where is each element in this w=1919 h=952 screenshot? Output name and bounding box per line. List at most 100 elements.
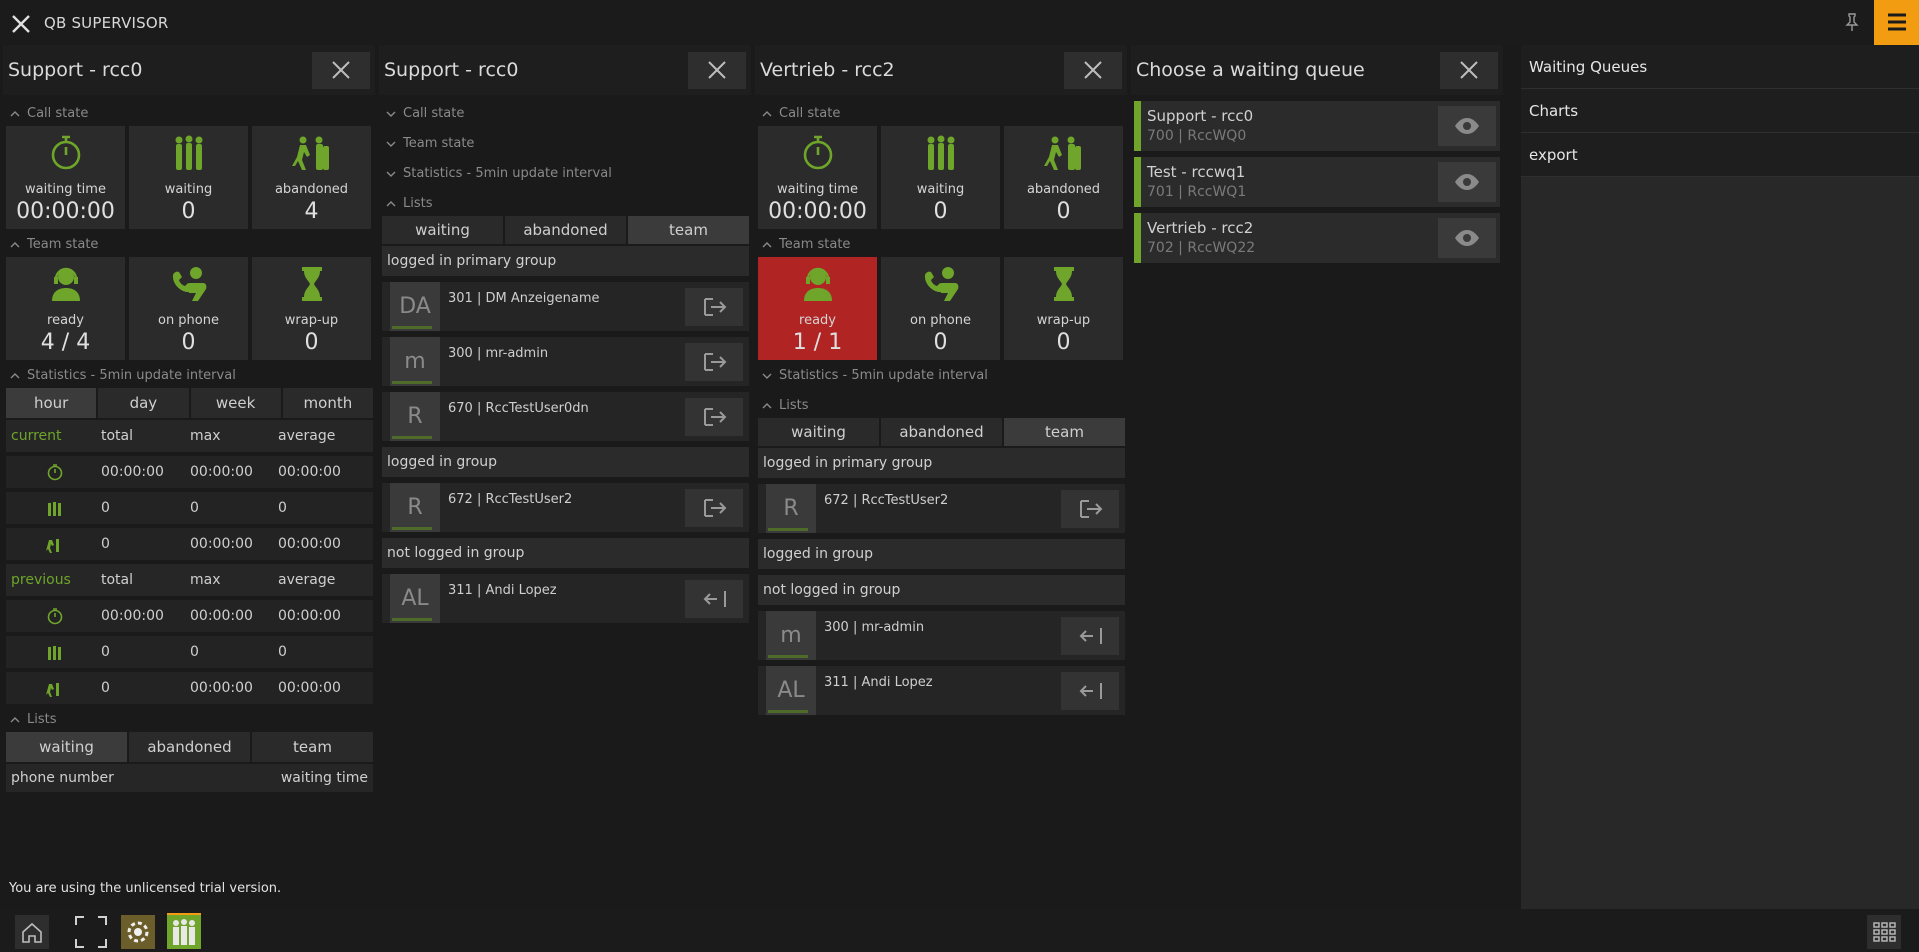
tile-abandoned[interactable]: abandoned 4 (252, 126, 371, 229)
team-state-tiles: ready 4 / 4 on phone 0 wrap-up 0 (3, 257, 375, 364)
tab-team[interactable]: team (1004, 418, 1125, 446)
menu-button[interactable] (1874, 0, 1919, 45)
person-leaving-icon (46, 683, 59, 697)
fullscreen-button[interactable] (74, 915, 108, 949)
close-panel-button[interactable] (1064, 52, 1122, 89)
section-team-state[interactable]: Team state (3, 233, 375, 257)
login-button[interactable] (685, 580, 743, 618)
logout-button[interactable] (685, 343, 743, 381)
group-header-not-logged-in: not logged in group (758, 575, 1125, 605)
section-statistics[interactable]: Statistics - 5min update interval (3, 364, 375, 388)
avatar: m (766, 611, 816, 660)
tile-wrap-up[interactable]: wrap-up 0 (252, 257, 371, 360)
tile-ready[interactable]: ready 4 / 4 (6, 257, 125, 360)
home-icon (22, 922, 42, 943)
tile-on-phone[interactable]: on phone 0 (881, 257, 1000, 360)
agent-row: m 300 | mr-admin (758, 611, 1125, 660)
avatar: R (390, 392, 440, 441)
queue-chooser-panel: Choose a waiting queue Support - rcc0 70… (1131, 45, 1503, 263)
login-icon (703, 591, 726, 607)
agent-row: R 672 | RccTestUser2 (758, 484, 1125, 533)
tab-team[interactable]: team (252, 732, 373, 762)
tile-waiting[interactable]: waiting 0 (129, 126, 248, 229)
tile-wrap-up[interactable]: wrap-up 0 (1004, 257, 1123, 360)
stopwatch-icon (51, 135, 81, 170)
grid-icon (1873, 922, 1896, 942)
chevron-down-icon (386, 111, 396, 117)
tab-month[interactable]: month (282, 388, 373, 418)
close-panel-button[interactable] (312, 52, 370, 89)
gear-icon (127, 921, 149, 943)
queue-item[interactable]: Support - rcc0 700 | RccWQ0 (1134, 101, 1500, 151)
tab-abandoned[interactable]: abandoned (505, 216, 626, 244)
section-call-state[interactable]: Call state (755, 102, 1127, 126)
logout-icon (704, 298, 727, 316)
menu-item-waiting-queues[interactable]: Waiting Queues (1521, 45, 1919, 89)
menu-item-export[interactable]: export (1521, 133, 1919, 177)
eye-icon (1455, 174, 1479, 190)
logout-button[interactable] (685, 489, 743, 527)
logout-button[interactable] (1061, 490, 1119, 528)
menu-item-charts[interactable]: Charts (1521, 89, 1919, 133)
section-call-state[interactable]: Call state (379, 102, 751, 126)
people-queue-icon (927, 135, 955, 170)
home-button[interactable] (15, 915, 49, 949)
person-leaving-icon (292, 136, 329, 170)
pin-icon[interactable] (1843, 12, 1861, 32)
tab-abandoned[interactable]: abandoned (129, 732, 250, 762)
section-call-state[interactable]: Call state (3, 102, 375, 126)
view-queue-button[interactable] (1438, 218, 1496, 258)
person-leaving-icon (1044, 136, 1081, 170)
tab-waiting[interactable]: waiting (6, 732, 127, 762)
tab-waiting[interactable]: waiting (758, 418, 879, 446)
logout-button[interactable] (685, 398, 743, 436)
tab-hour[interactable]: hour (6, 388, 97, 418)
avatar: R (390, 483, 440, 532)
panel-header: Choose a waiting queue (1131, 45, 1503, 95)
close-icon[interactable] (9, 12, 33, 36)
tile-on-phone[interactable]: on phone 0 (129, 257, 248, 360)
avatar: DA (390, 282, 440, 331)
stopwatch-icon (47, 464, 63, 481)
close-icon (1084, 61, 1102, 79)
login-button[interactable] (1061, 672, 1119, 710)
section-lists[interactable]: Lists (3, 708, 375, 732)
section-team-state[interactable]: Team state (755, 233, 1127, 257)
panel-header: Vertrieb - rcc2 (755, 45, 1127, 95)
login-button[interactable] (1061, 617, 1119, 655)
section-statistics[interactable]: Statistics - 5min update interval (379, 162, 751, 186)
settings-app-button[interactable] (121, 915, 155, 949)
close-panel-button[interactable] (688, 52, 746, 89)
queue-item[interactable]: Vertrieb - rcc2 702 | RccWQ22 (1134, 213, 1500, 263)
panel-header: Support - rcc0 (3, 45, 375, 95)
list-tabs: waiting abandoned team (382, 216, 749, 244)
queue-item[interactable]: Test - rccwq1 701 | RccWQ1 (1134, 157, 1500, 207)
view-queue-button[interactable] (1438, 162, 1496, 202)
tile-waiting[interactable]: waiting 0 (881, 126, 1000, 229)
section-statistics[interactable]: Statistics - 5min update interval (755, 364, 1127, 388)
logout-button[interactable] (685, 288, 743, 326)
supervisor-app-button[interactable] (167, 913, 201, 949)
tile-abandoned[interactable]: abandoned 0 (1004, 126, 1123, 229)
agent-row: m 300 | mr-admin (382, 337, 749, 386)
tab-abandoned[interactable]: abandoned (881, 418, 1002, 446)
tab-waiting[interactable]: waiting (382, 216, 503, 244)
tab-day[interactable]: day (98, 388, 189, 418)
view-queue-button[interactable] (1438, 106, 1496, 146)
people-queue-icon (173, 919, 195, 945)
chevron-down-icon (386, 141, 396, 147)
tab-team[interactable]: team (628, 216, 749, 244)
group-header-primary: logged in primary group (758, 448, 1125, 478)
section-lists[interactable]: Lists (379, 192, 751, 216)
section-team-state[interactable]: Team state (379, 132, 751, 156)
tile-waiting-time[interactable]: waiting time 00:00:00 (758, 126, 877, 229)
tile-waiting-time[interactable]: waiting time 00:00:00 (6, 126, 125, 229)
tile-ready[interactable]: ready 1 / 1 (758, 257, 877, 360)
avatar: AL (390, 574, 440, 623)
stat-row-waiting: 000 (6, 636, 373, 668)
section-lists[interactable]: Lists (755, 394, 1127, 418)
agent-row: DA 301 | DM Anzeigename (382, 282, 749, 331)
close-panel-button[interactable] (1440, 52, 1498, 89)
app-grid-button[interactable] (1867, 915, 1901, 949)
tab-week[interactable]: week (190, 388, 281, 418)
